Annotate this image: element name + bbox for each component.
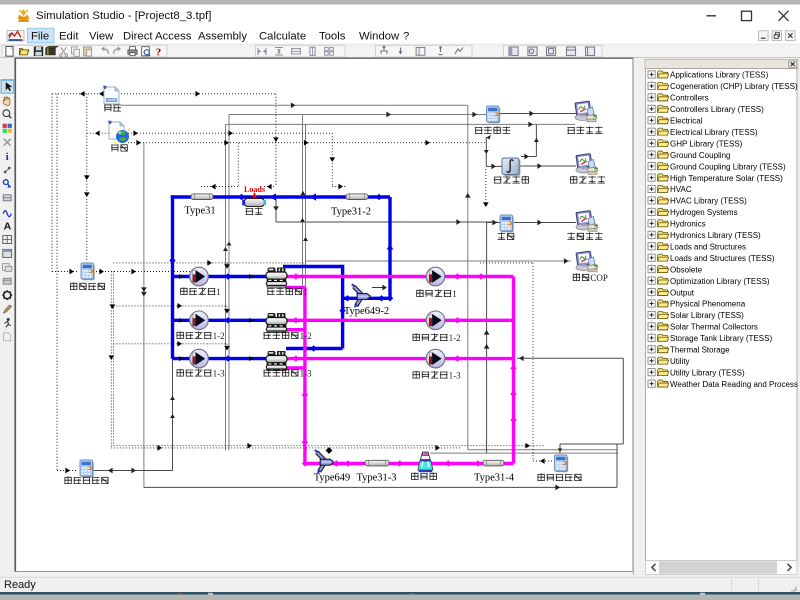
svg-text:Loads: Loads bbox=[244, 185, 265, 194]
svg-text:Electrical: Electrical bbox=[670, 117, 703, 126]
svg-text:?: ? bbox=[403, 30, 409, 42]
svg-text:Loads and Structures: Loads and Structures bbox=[670, 242, 746, 251]
svg-text:Type649-2: Type649-2 bbox=[344, 306, 389, 317]
svg-text:Type31-2: Type31-2 bbox=[331, 207, 371, 218]
svg-text:1-2: 1-2 bbox=[449, 333, 461, 343]
svg-text:USER: USER bbox=[106, 98, 117, 102]
svg-text:A: A bbox=[4, 221, 12, 233]
svg-text:Controllers: Controllers bbox=[670, 94, 709, 103]
svg-text:Type31: Type31 bbox=[184, 206, 215, 217]
svg-text:Assembly: Assembly bbox=[198, 30, 247, 42]
svg-text:Loads and Structures (TESS): Loads and Structures (TESS) bbox=[670, 254, 775, 263]
svg-text:Utility Library (TESS): Utility Library (TESS) bbox=[670, 368, 745, 377]
svg-text:Window: Window bbox=[359, 30, 400, 42]
svg-text:Output: Output bbox=[670, 288, 695, 297]
svg-text:COP: COP bbox=[590, 273, 608, 283]
svg-text:View: View bbox=[89, 30, 114, 42]
svg-text:Electrical Library (TESS): Electrical Library (TESS) bbox=[670, 128, 758, 137]
svg-text:1-2: 1-2 bbox=[213, 331, 225, 341]
svg-text:Calculate: Calculate bbox=[259, 30, 306, 42]
svg-text:1: 1 bbox=[303, 287, 308, 297]
svg-text:Utility: Utility bbox=[670, 357, 690, 366]
svg-text:Obsolete: Obsolete bbox=[670, 265, 703, 274]
svg-text:Storage Tank Library (TESS): Storage Tank Library (TESS) bbox=[670, 334, 772, 343]
svg-text:Hydrogen Systems: Hydrogen Systems bbox=[670, 208, 738, 217]
svg-text:1-3: 1-3 bbox=[300, 369, 312, 379]
svg-text:Optimization Library (TESS): Optimization Library (TESS) bbox=[670, 277, 770, 286]
svg-text:Ready: Ready bbox=[4, 579, 36, 591]
svg-text:Type31-3: Type31-3 bbox=[356, 473, 396, 484]
svg-text:Type649: Type649 bbox=[314, 473, 351, 484]
svg-text:HVAC: HVAC bbox=[670, 185, 692, 194]
svg-text:HVAC Library (TESS): HVAC Library (TESS) bbox=[670, 197, 747, 206]
svg-text:Solar Thermal Collectors: Solar Thermal Collectors bbox=[670, 323, 758, 332]
svg-text:Simulation Studio - [Project8_: Simulation Studio - [Project8_3.tpf] bbox=[36, 10, 211, 22]
svg-text:Edit: Edit bbox=[59, 30, 79, 42]
svg-text:1: 1 bbox=[452, 289, 457, 299]
svg-text:Ground Coupling: Ground Coupling bbox=[670, 151, 730, 160]
svg-text:Tools: Tools bbox=[319, 30, 346, 42]
svg-text:Weather Data Reading and Proce: Weather Data Reading and Process bbox=[670, 380, 798, 389]
svg-text:Ground Coupling Library (TESS): Ground Coupling Library (TESS) bbox=[670, 162, 786, 171]
svg-text:High Temperature Solar (TESS): High Temperature Solar (TESS) bbox=[670, 174, 783, 183]
svg-text:Cogeneration (CHP) Library (TE: Cogeneration (CHP) Library (TESS) bbox=[670, 82, 798, 91]
svg-text:Type31-4: Type31-4 bbox=[474, 473, 515, 484]
svg-text:Thermal Storage: Thermal Storage bbox=[670, 346, 730, 355]
svg-text:1-3: 1-3 bbox=[449, 371, 461, 381]
svg-text:Applications Library (TESS): Applications Library (TESS) bbox=[670, 71, 769, 80]
svg-text:i: i bbox=[6, 151, 9, 163]
svg-text:1: 1 bbox=[216, 287, 221, 297]
svg-text:Physical Phenomena: Physical Phenomena bbox=[670, 300, 746, 309]
svg-text:1-2: 1-2 bbox=[300, 331, 312, 341]
svg-text:Hydronics: Hydronics bbox=[670, 220, 706, 229]
svg-text:Solar Library (TESS): Solar Library (TESS) bbox=[670, 311, 744, 320]
svg-text:Controllers Library (TESS): Controllers Library (TESS) bbox=[670, 105, 764, 114]
svg-text:Hydronics Library (TESS): Hydronics Library (TESS) bbox=[670, 231, 761, 240]
svg-text:?: ? bbox=[156, 47, 162, 59]
svg-text:File: File bbox=[31, 30, 49, 42]
svg-text:1-3: 1-3 bbox=[213, 369, 225, 379]
svg-text:GHP Library (TESS): GHP Library (TESS) bbox=[670, 139, 743, 148]
svg-text:Direct Access: Direct Access bbox=[123, 30, 192, 42]
